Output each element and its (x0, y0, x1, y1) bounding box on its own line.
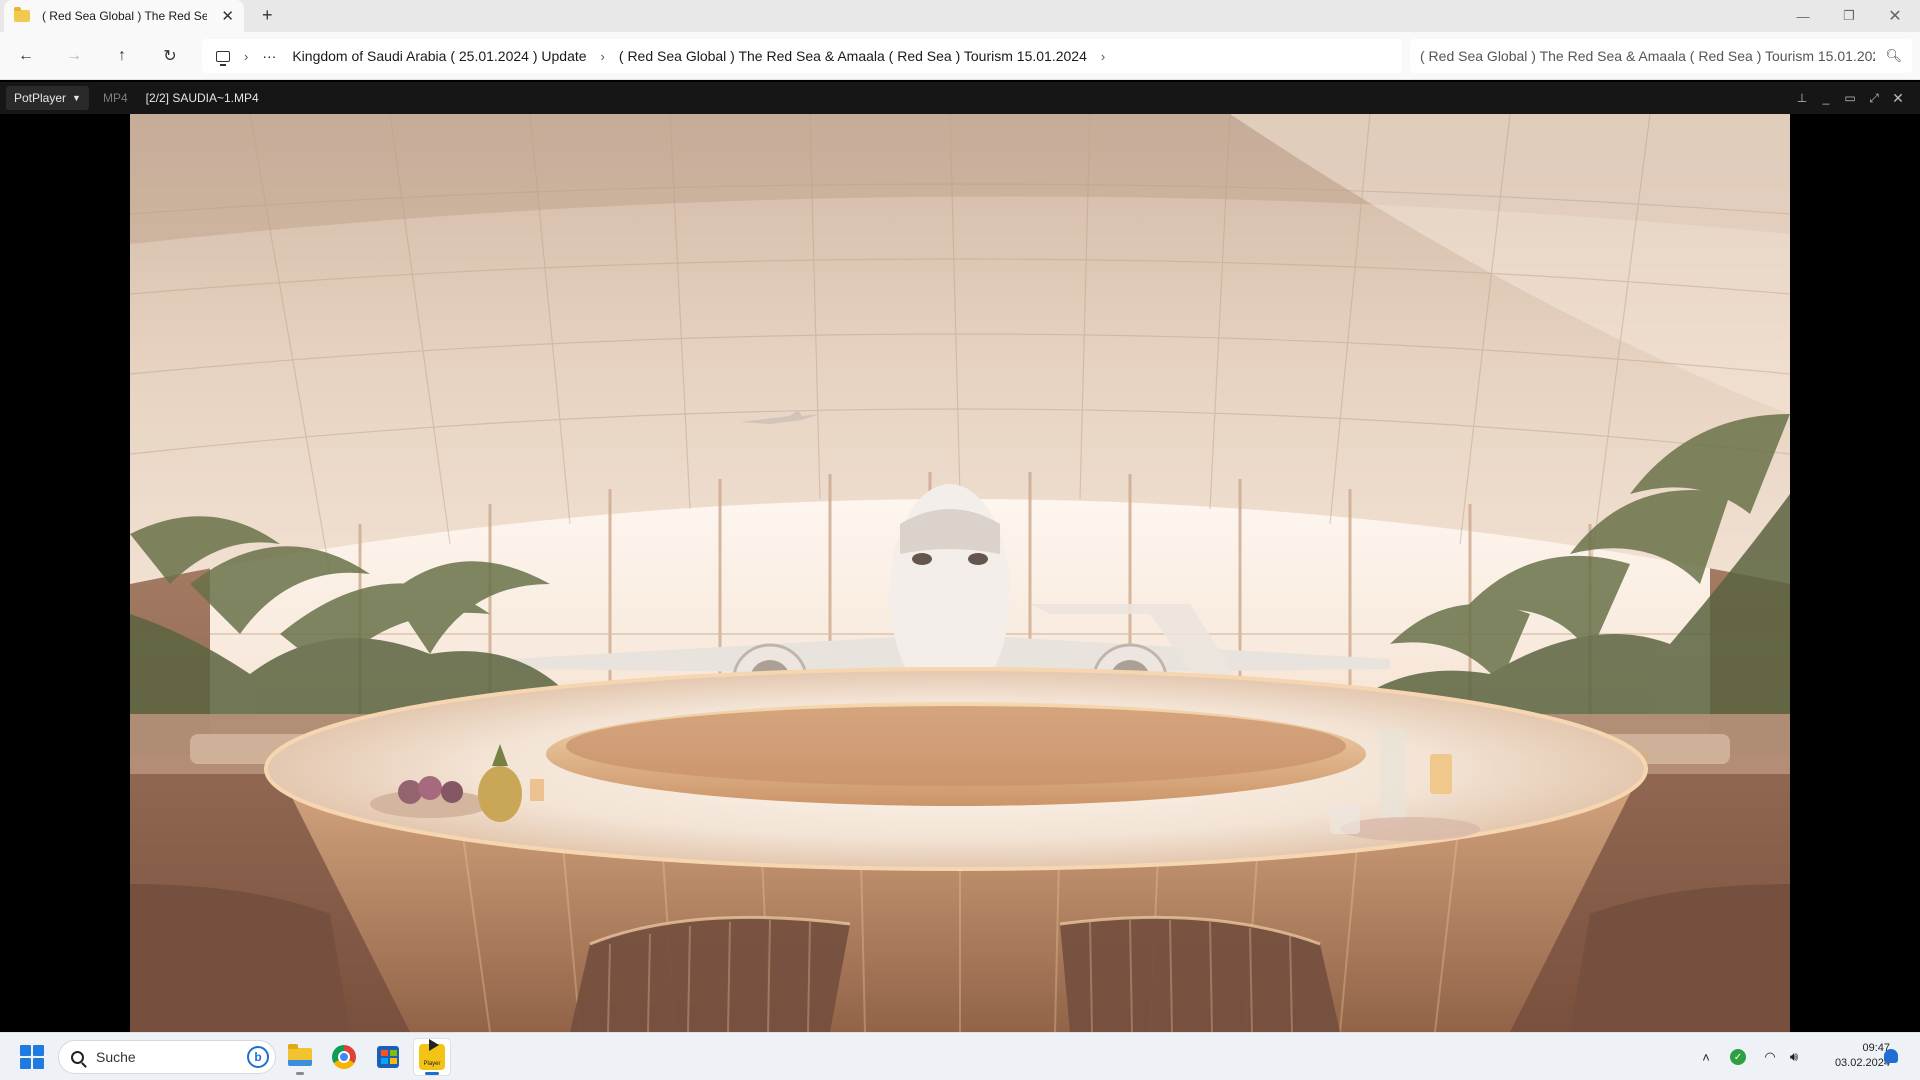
taskbar: Suche b Player ˄ ✓ ◠ 🔊︎ 09:47 03.02.2024 (0, 1032, 1920, 1080)
taskbar-store[interactable] (370, 1039, 406, 1075)
security-shield-icon[interactable]: ✓ (1728, 1033, 1748, 1080)
taskbar-search-label: Suche (96, 1049, 136, 1065)
video-frame[interactable] (130, 114, 1790, 1032)
running-indicator (425, 1072, 439, 1075)
breadcrumb-item-kingdom[interactable]: Kingdom of Saudi Arabia ( 25.01.2024 ) U… (292, 48, 586, 64)
notification-bell-icon[interactable] (1884, 1049, 1898, 1063)
file-explorer-icon (288, 1044, 312, 1066)
clock-time: 09:47 (1862, 1042, 1890, 1054)
breadcrumb-item-red-sea-global[interactable]: ( Red Sea Global ) The Red Sea & Amaala … (619, 48, 1087, 64)
clock-date: 03.02.2024 (1834, 1057, 1890, 1069)
up-button[interactable]: ↑ (110, 44, 134, 68)
taskbar-file-explorer[interactable] (282, 1039, 318, 1075)
potplayer-maximize-button[interactable]: ▭ (1838, 82, 1862, 114)
potplayer-fullscreen-button[interactable]: ⤢ (1862, 82, 1886, 114)
file-name-label: [2/2] SAUDIA~1.MP4 (145, 91, 259, 105)
wifi-icon[interactable]: ◠ (1760, 1033, 1780, 1080)
video-area[interactable] (0, 114, 1920, 1032)
minimize-button[interactable]: — (1780, 0, 1826, 32)
chevron-right-icon[interactable]: › (1101, 49, 1105, 64)
potplayer-icon: Player (419, 1039, 445, 1070)
explorer-tab[interactable]: ( Red Sea Global ) The Red Sea & Amaala … (4, 0, 244, 32)
new-tab-button[interactable]: + (262, 5, 273, 26)
close-tab-icon[interactable]: ✕ (221, 7, 234, 25)
file-format-label: MP4 (102, 91, 128, 105)
potplayer-close-button[interactable]: ✕ (1886, 82, 1910, 114)
bing-icon[interactable]: b (247, 1046, 269, 1068)
video-still (130, 114, 1790, 1032)
search-icon[interactable]: 🔍︎ (1885, 48, 1902, 64)
taskbar-search[interactable]: Suche b (58, 1040, 276, 1074)
potplayer-minimize-button[interactable]: _ (1814, 82, 1838, 114)
show-hidden-icons-chevron-up-icon[interactable]: ˄ (1696, 1033, 1716, 1080)
folder-icon (14, 7, 30, 22)
explorer-address-row: ← → ↑ ↻ › ··· Kingdom of Saudi Arabia ( … (0, 32, 1920, 80)
potplayer-titlebar: PotPlayer ▼ MP4 [2/2] SAUDIA~1.MP4 ⊥ _ ▭… (0, 82, 1920, 114)
chevron-right-icon[interactable]: › (244, 49, 248, 64)
potplayer-icon-text: Player (423, 1061, 441, 1067)
chevron-down-icon: ▼ (72, 93, 81, 103)
search-icon (71, 1050, 84, 1064)
running-indicator (296, 1072, 304, 1075)
potplayer-menu-label: PotPlayer (14, 91, 67, 105)
explorer-tab-strip: ( Red Sea Global ) The Red Sea & Amaala … (0, 0, 1920, 32)
taskbar-chrome[interactable] (326, 1039, 362, 1075)
breadcrumb-ellipsis[interactable]: ··· (262, 48, 276, 64)
tab-title: ( Red Sea Global ) The Red Sea & Amaala … (41, 9, 208, 23)
pin-on-top-icon[interactable]: ⊥ (1790, 82, 1814, 114)
system-clock[interactable]: 09:47 03.02.2024 (1800, 1041, 1890, 1071)
taskbar-potplayer[interactable]: Player (414, 1039, 450, 1075)
chevron-right-icon[interactable]: › (601, 49, 605, 64)
restore-button[interactable]: ❐ (1826, 0, 1872, 32)
close-window-button[interactable]: ✕ (1872, 0, 1918, 32)
refresh-button[interactable]: ↻ (158, 44, 182, 68)
windows-logo-icon (20, 1045, 31, 1056)
explorer-search-box[interactable]: ( Red Sea Global ) The Red Sea & Amaala … (1410, 39, 1912, 73)
search-placeholder: ( Red Sea Global ) The Red Sea & Amaala … (1420, 48, 1876, 64)
chrome-icon (332, 1045, 356, 1069)
this-pc-icon[interactable] (216, 50, 230, 66)
forward-button[interactable]: → (62, 44, 86, 68)
back-button[interactable]: ← (14, 44, 38, 68)
potplayer-menu-button[interactable]: PotPlayer ▼ (6, 86, 89, 110)
start-button[interactable] (20, 1045, 44, 1069)
microsoft-store-icon (377, 1046, 399, 1068)
address-bar[interactable]: › ··· Kingdom of Saudi Arabia ( 25.01.20… (202, 39, 1402, 73)
